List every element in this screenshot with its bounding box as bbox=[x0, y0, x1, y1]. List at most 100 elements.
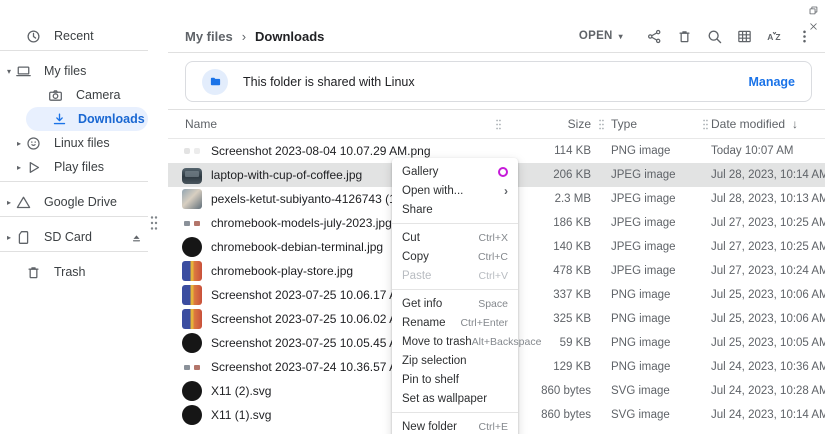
close-button[interactable] bbox=[805, 18, 821, 34]
toolbar: My files › Downloads OPEN ▾ bbox=[168, 20, 825, 53]
sidebar-item-label: Play files bbox=[54, 160, 104, 174]
file-date-modified: Jul 24, 2023, 10:36 AM bbox=[711, 361, 818, 373]
menu-item-paste[interactable]: Paste Ctrl+V bbox=[392, 266, 518, 285]
sort-button[interactable] bbox=[759, 21, 789, 51]
menu-item-label: Share bbox=[402, 204, 433, 216]
column-header-type[interactable]: Type bbox=[611, 117, 699, 131]
menu-item-shortcut: Ctrl+V bbox=[479, 270, 508, 282]
sidebar-item-google-drive[interactable]: ▸ Google Drive bbox=[0, 190, 168, 214]
manage-link[interactable]: Manage bbox=[748, 75, 795, 89]
menu-item-share[interactable]: Share bbox=[392, 200, 518, 219]
menu-item-pin-to-shelf[interactable]: Pin to shelf bbox=[392, 370, 518, 389]
restore-button[interactable] bbox=[805, 2, 821, 18]
camera-icon bbox=[47, 87, 64, 104]
breadcrumb-my-files[interactable]: My files bbox=[185, 29, 233, 44]
menu-item-get-info[interactable]: Get info Space bbox=[392, 294, 518, 313]
menu-item-rename[interactable]: Rename Ctrl+Enter bbox=[392, 313, 518, 332]
menu-item-copy[interactable]: Copy Ctrl+C bbox=[392, 247, 518, 266]
file-thumbnail bbox=[182, 309, 202, 329]
menu-item-cut[interactable]: Cut Ctrl+X bbox=[392, 228, 518, 247]
file-thumbnail bbox=[182, 141, 202, 161]
sidebar-resize-handle-icon[interactable] bbox=[149, 214, 159, 232]
file-thumbnail bbox=[182, 189, 202, 209]
expand-arrow-icon[interactable]: ▸ bbox=[14, 139, 24, 148]
trash-button[interactable] bbox=[669, 21, 699, 51]
column-resize-handle-icon[interactable] bbox=[597, 118, 606, 131]
menu-item-label: Paste bbox=[402, 270, 431, 282]
column-header-size[interactable]: Size bbox=[503, 117, 591, 131]
file-type: SVG image bbox=[611, 385, 699, 397]
column-header-date-modified[interactable]: Date modified ↓ bbox=[711, 117, 818, 131]
file-type: JPEG image bbox=[611, 193, 699, 205]
file-type: JPEG image bbox=[611, 217, 699, 229]
sidebar-list: Recent ▾ My files Camera bbox=[0, 24, 168, 284]
sidebar-item-label: Downloads bbox=[78, 112, 145, 126]
file-thumbnail bbox=[182, 333, 202, 353]
file-date-modified: Jul 27, 2023, 10:25 AM bbox=[711, 241, 818, 253]
menu-item-label: Zip selection bbox=[402, 355, 467, 367]
menu-item-open-with[interactable]: Open with... › bbox=[392, 181, 518, 200]
sidebar-item-my-files[interactable]: ▾ My files bbox=[0, 59, 168, 83]
list-header: Name Size Type Date modified ↓ bbox=[168, 110, 825, 139]
sidebar-item-label: Linux files bbox=[54, 136, 110, 150]
play-icon bbox=[25, 159, 42, 176]
open-button[interactable]: OPEN ▾ bbox=[573, 26, 629, 46]
file-name: chromebook-models-july-2023.jpg bbox=[211, 216, 392, 230]
sidebar-separator bbox=[0, 251, 148, 252]
file-date-modified: Jul 25, 2023, 10:05 AM bbox=[711, 337, 818, 349]
breadcrumb-downloads[interactable]: Downloads bbox=[255, 29, 324, 44]
file-date-modified: Jul 27, 2023, 10:25 AM bbox=[711, 217, 818, 229]
sidebar: Recent ▾ My files Camera bbox=[0, 20, 168, 434]
search-button[interactable] bbox=[699, 21, 729, 51]
sidebar-item-recent[interactable]: Recent bbox=[0, 24, 168, 48]
menu-item-shortcut: Alt+Backspace bbox=[472, 336, 542, 348]
expand-arrow-icon[interactable]: ▸ bbox=[4, 233, 14, 242]
menu-item-set-as-wallpaper[interactable]: Set as wallpaper bbox=[392, 389, 518, 408]
file-thumbnail bbox=[182, 357, 202, 377]
expand-arrow-icon[interactable]: ▸ bbox=[4, 198, 14, 207]
file-type: JPEG image bbox=[611, 241, 699, 253]
menu-divider bbox=[392, 223, 518, 224]
menu-item-gallery[interactable]: Gallery bbox=[392, 162, 518, 181]
search-icon bbox=[706, 28, 723, 45]
grid-button[interactable] bbox=[729, 21, 759, 51]
sidebar-item-label: Trash bbox=[54, 265, 86, 279]
laptop-icon bbox=[15, 63, 32, 80]
file-date-modified: Jul 24, 2023, 10:28 AM bbox=[711, 385, 818, 397]
file-name: pexels-ketut-subiyanto-4126743 (1).jpg bbox=[211, 192, 419, 206]
file-type: PNG image bbox=[611, 313, 699, 325]
sidebar-item-label: My files bbox=[44, 64, 86, 78]
file-name: chromebook-play-store.jpg bbox=[211, 264, 353, 278]
sort-icon bbox=[766, 28, 783, 45]
menu-item-label: Cut bbox=[402, 232, 420, 244]
menu-item-zip-selection[interactable]: Zip selection bbox=[392, 351, 518, 370]
sidebar-item-downloads[interactable]: Downloads bbox=[26, 107, 148, 131]
expand-arrow-icon[interactable]: ▾ bbox=[4, 67, 14, 76]
column-resize-handle-icon[interactable] bbox=[494, 118, 503, 131]
banner-message: This folder is shared with Linux bbox=[243, 75, 415, 89]
eject-icon[interactable] bbox=[129, 230, 144, 245]
file-name: laptop-with-cup-of-coffee.jpg bbox=[211, 168, 362, 182]
column-resize-handle-icon[interactable] bbox=[701, 118, 710, 131]
menu-item-label: New folder bbox=[402, 421, 457, 433]
share-button[interactable] bbox=[639, 21, 669, 51]
menu-item-shortcut: Ctrl+X bbox=[479, 232, 508, 244]
menu-item-shortcut: Ctrl+Enter bbox=[460, 317, 508, 329]
toolbar-icon-buttons bbox=[639, 21, 819, 51]
sidebar-item-sd-card[interactable]: ▸ SD Card bbox=[0, 225, 168, 249]
sidebar-separator bbox=[0, 216, 148, 217]
sidebar-item-trash[interactable]: Trash bbox=[0, 260, 168, 284]
sidebar-item-linux-files[interactable]: ▸ Linux files bbox=[0, 131, 168, 155]
titlebar bbox=[0, 0, 825, 20]
sidebar-item-label: Recent bbox=[54, 29, 94, 43]
expand-arrow-icon[interactable]: ▸ bbox=[14, 163, 24, 172]
sidebar-item-play-files[interactable]: ▸ Play files bbox=[0, 155, 168, 179]
file-name: chromebook-debian-terminal.jpg bbox=[211, 240, 383, 254]
column-header-name[interactable]: Name bbox=[168, 117, 503, 131]
menu-item-move-to-trash[interactable]: Move to trash Alt+Backspace bbox=[392, 332, 518, 351]
file-type: PNG image bbox=[611, 145, 699, 157]
menu-item-new-folder[interactable]: New folder Ctrl+E bbox=[392, 417, 518, 434]
sidebar-item-camera[interactable]: Camera bbox=[0, 83, 168, 107]
share-icon bbox=[646, 28, 663, 45]
linux-sharing-banner: This folder is shared with Linux Manage bbox=[185, 61, 812, 102]
